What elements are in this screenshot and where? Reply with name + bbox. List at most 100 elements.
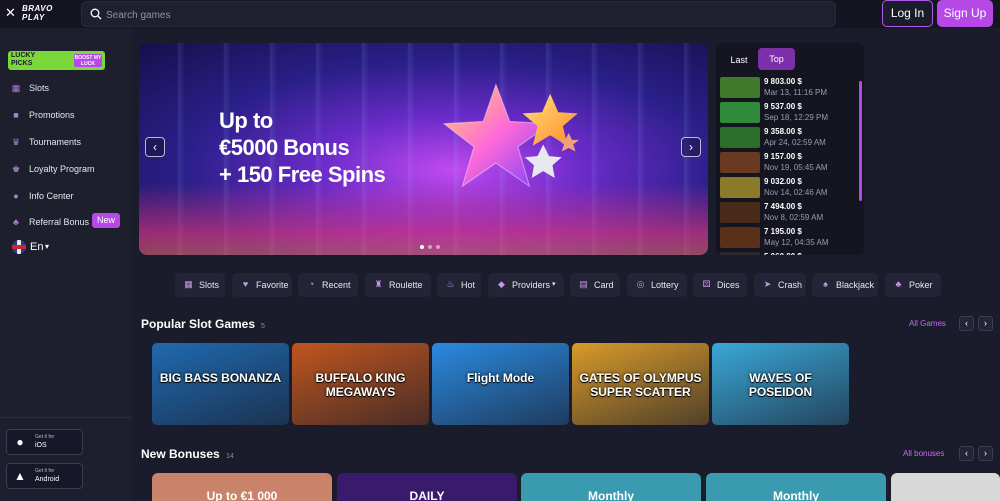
- category-poker[interactable]: ♣ Poker: [885, 273, 941, 297]
- category-blackjack[interactable]: ♠ Blackjack: [812, 273, 878, 297]
- pagination-dot[interactable]: [420, 245, 424, 249]
- game-title: BIG BASS BONANZA: [159, 371, 282, 385]
- game-tile[interactable]: BIG BASS BONANZA: [152, 343, 289, 425]
- chevron-down-icon: ▾: [552, 281, 556, 288]
- search-icon: [90, 8, 102, 20]
- game-title: GATES OF OLYMPUS SUPER SCATTER: [579, 371, 702, 399]
- section-count: 5: [261, 323, 265, 330]
- game-thumbnail[interactable]: [720, 127, 760, 148]
- sidebar-item-info-center[interactable]: ● Info Center: [0, 186, 132, 208]
- next-page-button[interactable]: ›: [978, 446, 993, 461]
- category-label: Hot: [461, 280, 476, 290]
- tab-top[interactable]: Top: [758, 48, 795, 70]
- search-bar[interactable]: [81, 1, 836, 27]
- close-icon[interactable]: ✕: [5, 6, 16, 20]
- win-amount: 5 060.00 $: [764, 252, 802, 255]
- prev-page-button[interactable]: ‹: [959, 316, 974, 331]
- winner-row[interactable]: 9 537.00 $ Sep 18, 12:29 PM: [720, 101, 860, 125]
- winner-row[interactable]: 5 060.00 $: [720, 251, 860, 255]
- bonus-tile[interactable]: Up to €1 000: [152, 473, 332, 501]
- bonus-tile[interactable]: Monthly: [706, 473, 886, 501]
- category-dices[interactable]: ⚄ Dices: [693, 273, 747, 297]
- banner-next-button[interactable]: ›: [681, 137, 701, 157]
- category-label: Poker: [909, 280, 933, 290]
- category-label: Dices: [717, 280, 740, 290]
- clock-icon: ◔: [308, 279, 315, 289]
- bonus-tile[interactable]: DAILY: [337, 473, 517, 501]
- category-crash[interactable]: ➤ Crash: [754, 273, 806, 297]
- ios-app-button[interactable]: ● Get it for iOS: [6, 429, 83, 455]
- winner-row[interactable]: 7 494.00 $ Nov 8, 02:59 AM: [720, 201, 860, 225]
- tab-last[interactable]: Last: [724, 50, 754, 70]
- scrollbar[interactable]: [859, 81, 862, 201]
- winner-row[interactable]: 9 803.00 $ Mar 13, 11:16 PM: [720, 76, 860, 100]
- game-title: Flight Mode: [466, 371, 535, 385]
- language-selector[interactable]: En ▾: [12, 239, 57, 255]
- category-favorite[interactable]: ♥ Favorite: [232, 273, 292, 297]
- category-roulette[interactable]: ♜ Roulette: [365, 273, 431, 297]
- category-lottery[interactable]: ◎ Lottery: [627, 273, 687, 297]
- winner-row[interactable]: 9 358.00 $ Apr 24, 02:59 AM: [720, 126, 860, 150]
- next-page-button[interactable]: ›: [978, 316, 993, 331]
- game-thumbnail[interactable]: [720, 202, 760, 223]
- category-hot[interactable]: ♨ Hot: [437, 273, 481, 297]
- dice-icon: ⚄: [702, 279, 711, 289]
- blackjack-icon: ♠: [823, 279, 828, 289]
- sidebar-item-tournaments[interactable]: ♛ Tournaments: [0, 132, 132, 154]
- game-thumbnail[interactable]: [720, 227, 760, 248]
- game-tile[interactable]: WAVES OF POSEIDON: [712, 343, 849, 425]
- bonus-title: Monthly: [588, 489, 634, 501]
- winners-panel: Last Top 9 803.00 $ Mar 13, 11:16 PM 9 537…: [716, 43, 864, 255]
- winner-row[interactable]: 9 157.00 $ Nov 19, 05:45 AM: [720, 151, 860, 175]
- banner-prev-button[interactable]: ‹: [145, 137, 165, 157]
- win-amount: 9 803.00 $: [764, 77, 802, 86]
- game-thumbnail[interactable]: [720, 152, 760, 173]
- poker-icon: ♣: [895, 279, 902, 289]
- android-app-button[interactable]: ▲ Get it for Android: [6, 463, 83, 489]
- search-input[interactable]: [106, 6, 806, 24]
- heart-icon: ♥: [242, 279, 249, 289]
- game-tile[interactable]: GATES OF OLYMPUS SUPER SCATTER: [572, 343, 709, 425]
- prev-page-button[interactable]: ‹: [959, 446, 974, 461]
- sidebar-item-promotions[interactable]: ■ Promotions: [0, 105, 132, 127]
- win-date: Nov 8, 02:59 AM: [764, 213, 824, 222]
- store-caption: Get it for: [35, 434, 55, 440]
- crown-icon: ♚: [11, 164, 21, 174]
- winner-row[interactable]: 7 195.00 $ May 12, 04:35 AM: [720, 226, 860, 250]
- game-tile[interactable]: BUFFALO KING MEGAWAYS: [292, 343, 429, 425]
- game-thumbnail[interactable]: [720, 77, 760, 98]
- bonus-tile[interactable]: Monthly: [521, 473, 701, 501]
- pagination-dot[interactable]: [436, 245, 440, 249]
- game-thumbnail[interactable]: [720, 102, 760, 123]
- bonus-tile[interactable]: [891, 473, 1000, 501]
- category-slots[interactable]: ▦ Slots: [175, 273, 225, 297]
- win-date: Mar 13, 11:16 PM: [764, 88, 827, 97]
- signup-button[interactable]: Sign Up: [937, 0, 993, 27]
- sidebar-item-slots[interactable]: ▦ Slots: [0, 78, 132, 100]
- promo-banner[interactable]: Up to €5000 Bonus + 150 Free Spins ‹ ›: [139, 43, 708, 255]
- category-label: Roulette: [389, 280, 423, 290]
- lucky-picks-promo[interactable]: LUCKY PICKS BOOST MY LUCK: [8, 51, 105, 70]
- pagination-dot[interactable]: [428, 245, 432, 249]
- game-tile[interactable]: Flight Mode: [432, 343, 569, 425]
- logo[interactable]: BRAVO PLAY: [22, 4, 64, 24]
- login-button[interactable]: Log In: [882, 0, 933, 27]
- cards-icon: ▤: [579, 279, 588, 289]
- rocket-icon: ➤: [763, 279, 772, 289]
- category-label: Recent: [322, 280, 351, 290]
- sidebar-item-loyalty[interactable]: ♚ Loyalty Program: [0, 159, 132, 181]
- banner-line-3: + 150 Free Spins: [219, 162, 386, 187]
- sidebar-item-label: Slots: [29, 83, 50, 93]
- all-games-link[interactable]: All Games: [909, 319, 946, 329]
- uk-flag-icon: [12, 240, 26, 254]
- referral-icon: ♣: [13, 217, 19, 227]
- all-bonuses-link[interactable]: All bonuses: [903, 449, 944, 459]
- winner-row[interactable]: 9 032.00 $ Nov 14, 02:46 AM: [720, 176, 860, 200]
- category-providers[interactable]: ◆ Providers ▾: [488, 273, 564, 297]
- game-thumbnail[interactable]: [720, 177, 760, 198]
- banner-headline: Up to €5000 Bonus + 150 Free Spins: [219, 107, 449, 188]
- game-thumbnail[interactable]: [720, 252, 760, 255]
- category-recent[interactable]: ◔ Recent: [298, 273, 358, 297]
- win-date: Nov 19, 05:45 AM: [764, 163, 828, 172]
- category-card[interactable]: ▤ Card: [570, 273, 620, 297]
